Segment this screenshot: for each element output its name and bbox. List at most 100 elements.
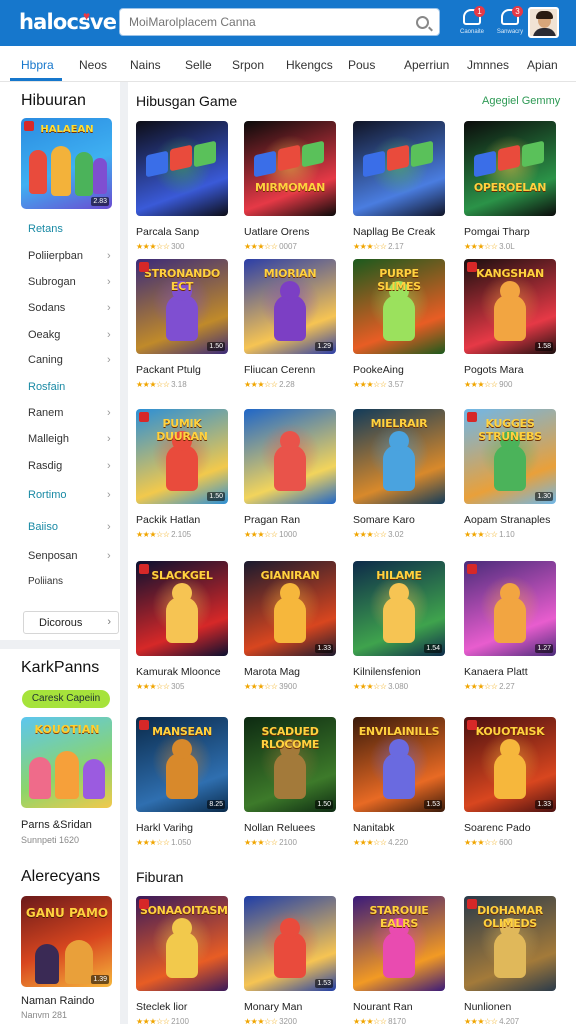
sidebar-item-poliians[interactable]: Poliians (28, 576, 63, 587)
sidebar-feature-thumbnail[interactable]: HALAEAN 2.83 (21, 118, 112, 209)
game-thumbnail[interactable]: GIANIRAN 1.33 (244, 561, 336, 656)
game-title[interactable]: Napllag Be Creak (353, 226, 435, 238)
search-icon[interactable] (416, 16, 429, 29)
game-thumbnail[interactable]: ENVILAINILLS 1.53 (353, 717, 445, 812)
avatar[interactable] (528, 7, 559, 38)
tab-neos[interactable]: Neos (79, 58, 107, 72)
game-thumbnail[interactable] (136, 121, 228, 216)
game-thumbnail[interactable]: SCADUED RLOCOME 1.50 (244, 717, 336, 812)
game-title[interactable]: Fliucan Cerenn (244, 364, 315, 376)
game-title[interactable]: Kamurak Mloonce (136, 666, 221, 678)
game-thumbnail[interactable]: STAROUIE EALRS (353, 896, 445, 991)
see-all-link[interactable]: Agegiel Gemmy (482, 95, 560, 107)
game-thumbnail[interactable]: MANSEAN 8.25 (136, 717, 228, 812)
game-thumbnail[interactable]: MIRMOMAN (244, 121, 336, 216)
game-title[interactable]: PookeAing (353, 364, 404, 376)
sidebar-game-title[interactable]: Naman Raindo (21, 995, 94, 1007)
thumb-badge: 1.29 (315, 342, 333, 351)
sidebar-item-rosfain[interactable]: Rosfain (28, 381, 65, 393)
tab-nains[interactable]: Nains (130, 58, 161, 72)
game-title[interactable]: Aopam Stranaples (464, 514, 550, 526)
rating-count: 2.17 (388, 242, 404, 251)
game-rating: ★★★☆☆ 3.02 (353, 530, 404, 539)
game-thumbnail[interactable]: 1.53 (244, 896, 336, 991)
game-title[interactable]: Nourant Ran (353, 1001, 413, 1013)
tab-apian[interactable]: Apian (527, 58, 558, 72)
search-input[interactable] (129, 15, 409, 29)
thumb-text: STAROUIE EALRS (369, 904, 429, 930)
sidebar-item-poliierpban[interactable]: Poliierpban (28, 250, 83, 262)
game-title[interactable]: Kanaera Platt (464, 666, 528, 678)
game-title[interactable]: Packant Ptulg (136, 364, 201, 376)
tab-jmnnes[interactable]: Jmnnes (467, 58, 509, 72)
game-title[interactable]: Harkl Varihg (136, 822, 193, 834)
sidebar-game-thumbnail[interactable]: KOUOTIAN (21, 717, 112, 808)
search-bar[interactable] (119, 8, 440, 36)
game-title[interactable]: Nanitabk (353, 822, 394, 834)
sidebar-item-rasdig[interactable]: Rasdig (28, 460, 62, 472)
sidebar-item-retans[interactable]: Retans (28, 223, 63, 235)
discover-button[interactable]: Dicorous › (23, 611, 119, 634)
green-pill-button[interactable]: Caresk Capeiin (22, 690, 110, 708)
tab-pous[interactable]: Pous (348, 58, 375, 72)
game-thumbnail[interactable]: PURPE SLIMES (353, 259, 445, 354)
game-thumbnail[interactable]: MIELRAIR (353, 409, 445, 504)
sidebar-game-title[interactable]: Parns &Sridan (21, 819, 92, 831)
rating-count: 305 (171, 682, 185, 691)
star-rating-icon: ★★★☆☆ (136, 838, 172, 847)
game-title[interactable]: Packik Hatlan (136, 514, 200, 526)
game-thumbnail[interactable]: SLACKGEL (136, 561, 228, 656)
game-title[interactable]: Pomgai Tharp (464, 226, 530, 238)
game-thumbnail[interactable]: 1.27 (464, 561, 556, 656)
bell-icon[interactable]: 1 Caonaite (455, 6, 489, 40)
sidebar-game-thumbnail[interactable]: GANU PAMO 1.39 (21, 896, 112, 987)
game-thumbnail[interactable] (353, 121, 445, 216)
game-thumbnail[interactable] (244, 409, 336, 504)
game-title[interactable]: Monary Man (244, 1001, 302, 1013)
sidebar-item-rortimo[interactable]: Rortimo (28, 489, 67, 501)
tab-srpon[interactable]: Srpon (232, 58, 264, 72)
game-title[interactable]: Pragan Ran (244, 514, 300, 526)
chat-icon[interactable]: 3 Sanwacry (493, 6, 527, 40)
game-title[interactable]: Kilnilensfenion (353, 666, 421, 678)
game-title[interactable]: Somare Karo (353, 514, 415, 526)
game-thumbnail[interactable]: SONAAOITASM (136, 896, 228, 991)
game-rating: ★★★☆☆ 4.220 (353, 838, 408, 847)
game-thumbnail[interactable]: KANGSHAN 1.58 (464, 259, 556, 354)
game-title[interactable]: Nollan Reluees (244, 822, 315, 834)
star-rating-icon: ★★★☆☆ (353, 838, 389, 847)
tab-selle[interactable]: Selle (185, 58, 212, 72)
tab-hbpra[interactable]: Hbpra (21, 58, 54, 72)
star-rating-icon: ★★★☆☆ (353, 682, 389, 691)
sidebar-item-subrogan[interactable]: Subrogan (28, 276, 76, 288)
game-title[interactable]: Nunlionen (464, 1001, 511, 1013)
sidebar-item-senposan[interactable]: Senposan (28, 550, 78, 562)
game-title[interactable]: Parcala Sanp (136, 226, 199, 238)
sidebar-item-caning[interactable]: Caning (28, 354, 63, 366)
game-thumbnail[interactable]: PUMIK DUURAN 1.50 (136, 409, 228, 504)
star-rating-icon: ★★★☆☆ (353, 242, 389, 251)
tab-aperriun[interactable]: Aperriun (404, 58, 449, 72)
sidebar-item-ranem[interactable]: Ranem (28, 407, 63, 419)
tab-hkengcs[interactable]: Hkengcs (286, 58, 333, 72)
sidebar-item-sodans[interactable]: Sodans (28, 302, 65, 314)
game-title[interactable]: Uatlare Orens (244, 226, 309, 238)
game-thumbnail[interactable]: MIORIAN 1.29 (244, 259, 336, 354)
game-thumbnail[interactable]: DIOHAMAR OLIMEDS (464, 896, 556, 991)
rank-badge (139, 564, 149, 574)
sidebar-item-baiiso[interactable]: Baiiso (28, 521, 58, 533)
game-title[interactable]: Steclek lior (136, 1001, 187, 1013)
app-logo[interactable]: halocsve (19, 10, 117, 34)
game-thumbnail[interactable]: HILAME 1.54 (353, 561, 445, 656)
game-title[interactable]: Marota Mag (244, 666, 300, 678)
game-thumbnail[interactable]: KOUOTAISK 1.33 (464, 717, 556, 812)
game-thumbnail[interactable]: OPEROELAN (464, 121, 556, 216)
game-title[interactable]: Pogots Mara (464, 364, 524, 376)
rating-count: 1.050 (171, 838, 192, 847)
notification-badge: 1 (474, 6, 485, 17)
game-thumbnail[interactable]: KUGGES STRUNEBS 1.30 (464, 409, 556, 504)
game-title[interactable]: Soarenc Pado (464, 822, 531, 834)
sidebar-item-oeakg[interactable]: Oeakg (28, 329, 60, 341)
sidebar-item-malleigh[interactable]: Malleigh (28, 433, 69, 445)
game-thumbnail[interactable]: STRONANDO ECT 1.50 (136, 259, 228, 354)
